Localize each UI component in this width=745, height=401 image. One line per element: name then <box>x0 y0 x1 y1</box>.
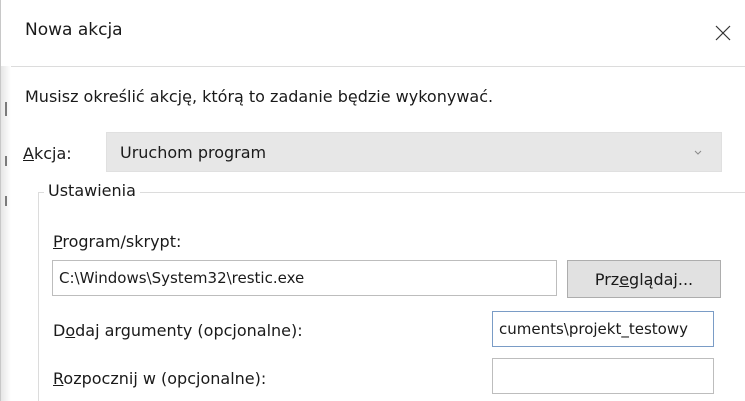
action-select[interactable]: Uruchom program <box>106 132 722 172</box>
title-divider <box>11 66 745 67</box>
arguments-label-after: daj argumenty (opcjonalne): <box>75 321 303 340</box>
close-icon <box>715 25 731 41</box>
title-bar: Nowa akcja <box>1 0 745 66</box>
action-label-text: kcja: <box>33 144 72 163</box>
program-label-text: rogram/skrypt: <box>62 232 182 251</box>
arguments-label-accelerator: o <box>65 321 76 340</box>
dialog-title: Nowa akcja <box>25 20 123 40</box>
settings-group-label: Ustawienia <box>44 181 140 200</box>
background-edge-mark <box>5 196 7 206</box>
start-in-label: Rozpocznij w (opcjonalne): <box>53 369 266 388</box>
browse-button[interactable]: Przeglądaj... <box>567 260 721 298</box>
start-in-label-accelerator: R <box>53 369 64 388</box>
background-edge-mark <box>5 102 7 116</box>
chevron-down-icon <box>694 150 702 155</box>
instruction-text: Musisz określić akcję, którą to zadanie … <box>25 87 494 106</box>
new-action-dialog: Nowa akcja Musisz określić akcję, którą … <box>0 0 745 401</box>
start-in-label-text: ozpocznij w (opcjonalne): <box>63 369 267 388</box>
arguments-label: Dodaj argumenty (opcjonalne): <box>53 321 303 340</box>
start-in-input[interactable] <box>492 358 714 394</box>
program-label-accelerator: P <box>53 232 63 251</box>
browse-label-after: glądaj... <box>629 269 694 289</box>
close-button[interactable] <box>706 16 740 50</box>
action-select-value: Uruchom program <box>120 142 267 162</box>
arguments-input[interactable] <box>492 311 714 347</box>
arguments-label-before: D <box>53 321 66 340</box>
program-label: Program/skrypt: <box>53 232 181 251</box>
browse-label-before: Prz <box>594 269 620 289</box>
background-edge-mark <box>5 156 7 166</box>
action-label-accelerator: A <box>23 144 34 163</box>
program-path-input[interactable] <box>52 260 557 296</box>
action-label: Akcja: <box>23 144 72 163</box>
browse-label-accelerator: e <box>619 269 630 289</box>
